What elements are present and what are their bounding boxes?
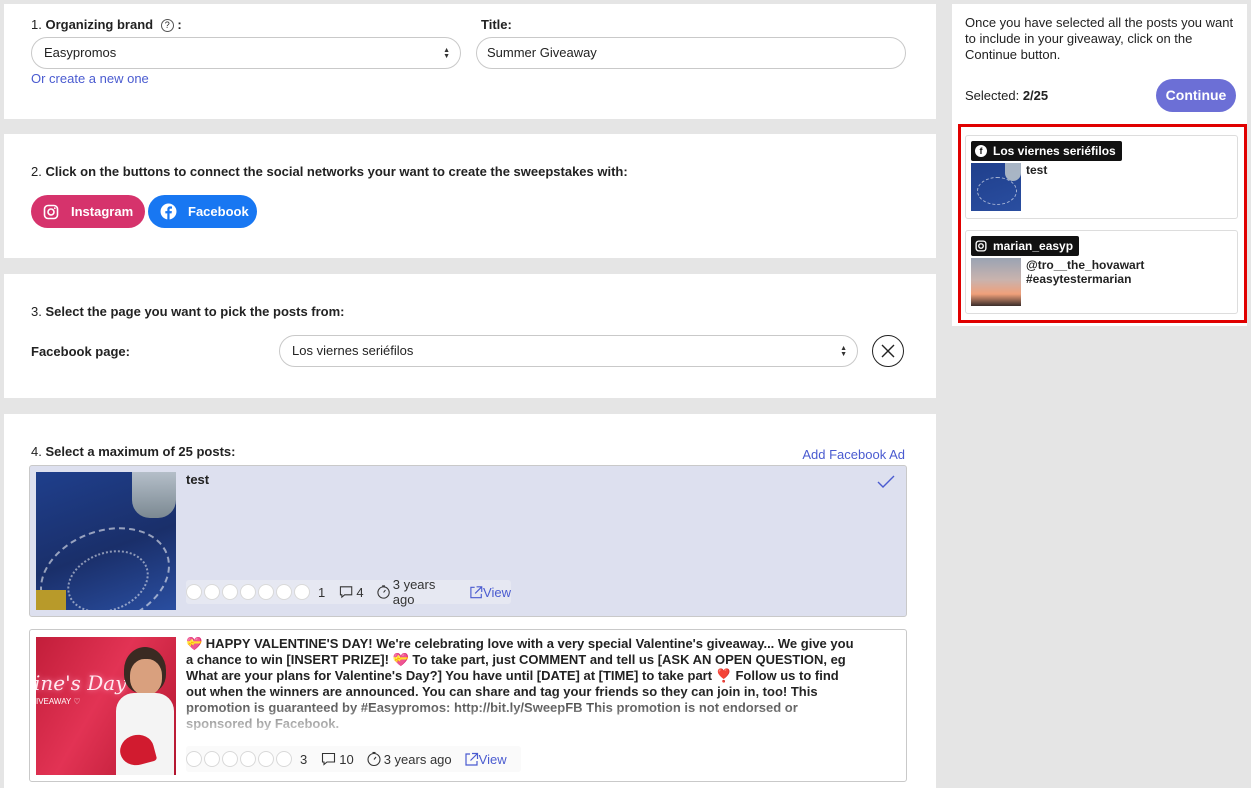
facebook-button[interactable]: Facebook <box>148 195 257 228</box>
close-icon <box>881 344 895 358</box>
external-link-icon <box>465 752 478 766</box>
title-label: Title: <box>481 17 512 32</box>
source-tag: f Los viernes seriéfilos <box>971 141 1122 161</box>
reactions-count: 3 <box>300 751 308 767</box>
selected-post-card[interactable]: marian_easyp @tro__the_hovawart #easytes… <box>965 230 1238 314</box>
clock-icon <box>376 585 390 599</box>
facebook-icon: f <box>975 145 987 157</box>
card-text-line2: #easytestermarian <box>1026 272 1132 286</box>
continue-button[interactable]: Continue <box>1156 79 1236 112</box>
select-arrows-icon: ▲ ▼ <box>443 46 450 60</box>
clear-page-button[interactable] <box>872 335 904 367</box>
comment-icon <box>322 752 336 766</box>
external-link-icon <box>470 585 483 598</box>
comments-count: 4 <box>356 584 364 600</box>
view-link[interactable]: View <box>483 585 511 600</box>
selected-post-card[interactable]: f Los viernes seriéfilos test <box>965 135 1238 219</box>
comment-icon <box>340 586 353 599</box>
thumb-giveaway-text: IVEAWAY ♡ <box>36 697 81 706</box>
step2-heading: 2. Click on the buttons to connect the s… <box>31 164 628 179</box>
post-age: 3 years ago <box>383 751 452 767</box>
post-thumbnail <box>36 472 176 610</box>
instagram-icon <box>975 240 987 252</box>
brand-select[interactable]: Easypromos ▲ ▼ <box>31 37 461 69</box>
facebook-page-label: Facebook page: <box>31 344 130 359</box>
post-stats: 3 10 3 years ago View <box>186 746 521 772</box>
post-age: 3 years ago <box>392 577 436 607</box>
step1-panel: 1. Organizing brand ? : Easypromos ▲ ▼ Or… <box>4 4 936 119</box>
step3-panel: 3. Select the page you want to pick the … <box>4 274 936 398</box>
help-icon[interactable]: ? <box>160 19 174 32</box>
select-arrows-icon: ▲ ▼ <box>840 344 847 358</box>
instagram-button[interactable]: Instagram <box>31 195 145 228</box>
post-stats: 1 4 3 years ago View <box>186 577 511 607</box>
brand-select-value: Easypromos <box>44 45 117 60</box>
view-link[interactable]: View <box>479 752 507 767</box>
reactions-icons <box>186 584 312 600</box>
card-thumbnail <box>971 258 1021 306</box>
step2-panel: 2. Click on the buttons to connect the s… <box>4 134 936 258</box>
brand-label: 1. Organizing brand ? : <box>31 17 182 32</box>
add-facebook-ad-link[interactable]: Add Facebook Ad <box>802 447 905 462</box>
facebook-button-label: Facebook <box>188 204 249 219</box>
clock-icon <box>367 751 381 767</box>
post-item[interactable]: test 1 4 3 years ago View <box>29 465 907 617</box>
checkmark-icon <box>877 475 895 488</box>
post-text: 💝 HAPPY VALENTINE'S DAY! We're celebrati… <box>186 636 854 730</box>
reactions-count: 1 <box>318 584 326 600</box>
title-input-value: Summer Giveaway <box>487 45 597 60</box>
title-input[interactable]: Summer Giveaway <box>476 37 906 69</box>
step3-heading: 3. Select the page you want to pick the … <box>31 304 345 319</box>
comments-count: 10 <box>339 751 354 767</box>
post-text: test <box>186 472 210 487</box>
brand-label-colon: : <box>177 17 182 32</box>
facebook-page-value: Los viernes seriéfilos <box>292 343 414 358</box>
facebook-page-select[interactable]: Los viernes seriéfilos ▲ ▼ <box>279 335 858 367</box>
brand-label-text: Organizing brand <box>45 17 154 32</box>
brand-label-num: 1. <box>31 17 42 32</box>
instagram-icon <box>43 204 59 219</box>
create-brand-link[interactable]: Or create a new one <box>31 71 149 86</box>
facebook-icon <box>160 203 177 220</box>
post-item[interactable]: ine's Day IVEAWAY ♡ 💝 HAPPY VALENTINE'S … <box>29 629 907 782</box>
post-thumbnail: ine's Day IVEAWAY ♡ <box>36 637 176 775</box>
instagram-button-label: Instagram <box>71 204 134 219</box>
source-tag: marian_easyp <box>971 236 1080 256</box>
card-text-line1: @tro__the_hovawart <box>1026 258 1145 272</box>
card-thumbnail <box>971 163 1021 211</box>
selected-count: Selected: 2/25 <box>965 88 1049 103</box>
card-text: test <box>1026 163 1048 177</box>
thumb-valentine-text: ine's Day <box>36 671 127 695</box>
sidebar-instructions: Once you have selected all the posts you… <box>965 15 1234 62</box>
step4-heading: 4. Select a maximum of 25 posts: <box>31 444 236 459</box>
reactions-icons <box>186 751 294 767</box>
